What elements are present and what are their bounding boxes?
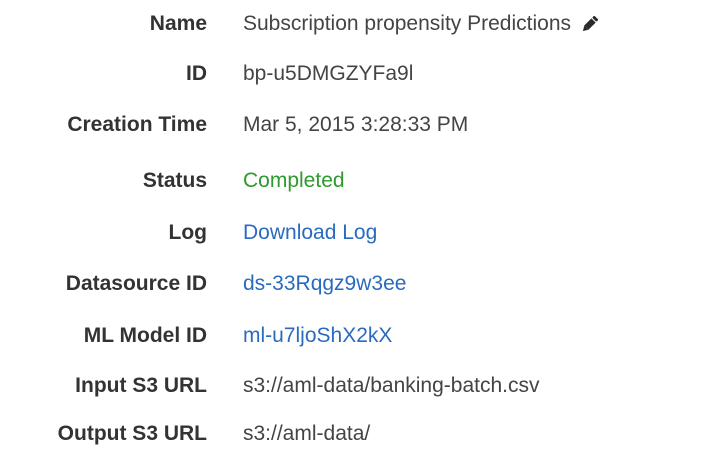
id-value: bp-u5DMGZYFa9l — [243, 62, 414, 85]
row-name: Name Subscription propensity Predictions — [0, 4, 728, 44]
row-output-s3-url: Output S3 URL s3://aml-data/ — [0, 414, 728, 454]
datasource-id-value-container: ds-33Rqgz9w3ee — [243, 272, 406, 296]
id-label: ID — [186, 62, 207, 85]
name-value: Subscription propensity Predictions — [243, 12, 572, 35]
log-value-container: Download Log — [243, 221, 377, 245]
batch-prediction-details: Name Subscription propensity Predictions… — [0, 0, 728, 458]
ml-model-id-value-container: ml-u7ljoShX2kX — [243, 324, 392, 348]
log-label: Log — [168, 221, 207, 244]
status-label: Status — [142, 169, 207, 192]
datasource-id-label: Datasource ID — [65, 272, 207, 295]
input-s3-url-value: s3://aml-data/banking-batch.csv — [243, 374, 540, 397]
row-id: ID bp-u5DMGZYFa9l — [0, 54, 728, 94]
creation-time-label: Creation Time — [67, 113, 207, 136]
row-log: Log Download Log — [0, 213, 728, 253]
row-ml-model-id: ML Model ID ml-u7ljoShX2kX — [0, 316, 728, 356]
ml-model-id-label: ML Model ID — [83, 324, 207, 347]
output-s3-url-value: s3://aml-data/ — [243, 422, 371, 445]
name-value-container: Subscription propensity Predictions — [243, 12, 601, 36]
row-creation-time: Creation Time Mar 5, 2015 3:28:33 PM — [0, 105, 728, 145]
ml-model-id-link[interactable]: ml-u7ljoShX2kX — [243, 324, 392, 348]
row-status: Status Completed — [0, 161, 728, 201]
row-input-s3-url: Input S3 URL s3://aml-data/banking-batch… — [0, 366, 728, 406]
input-s3-url-label: Input S3 URL — [75, 374, 207, 397]
row-datasource-id: Datasource ID ds-33Rqgz9w3ee — [0, 264, 728, 304]
output-s3-url-label: Output S3 URL — [57, 422, 207, 445]
datasource-id-link[interactable]: ds-33Rqgz9w3ee — [243, 272, 406, 296]
pencil-icon[interactable] — [579, 13, 601, 35]
status-value: Completed — [243, 169, 345, 192]
name-label: Name — [149, 12, 207, 35]
download-log-link[interactable]: Download Log — [243, 221, 377, 245]
creation-time-value: Mar 5, 2015 3:28:33 PM — [243, 113, 469, 136]
